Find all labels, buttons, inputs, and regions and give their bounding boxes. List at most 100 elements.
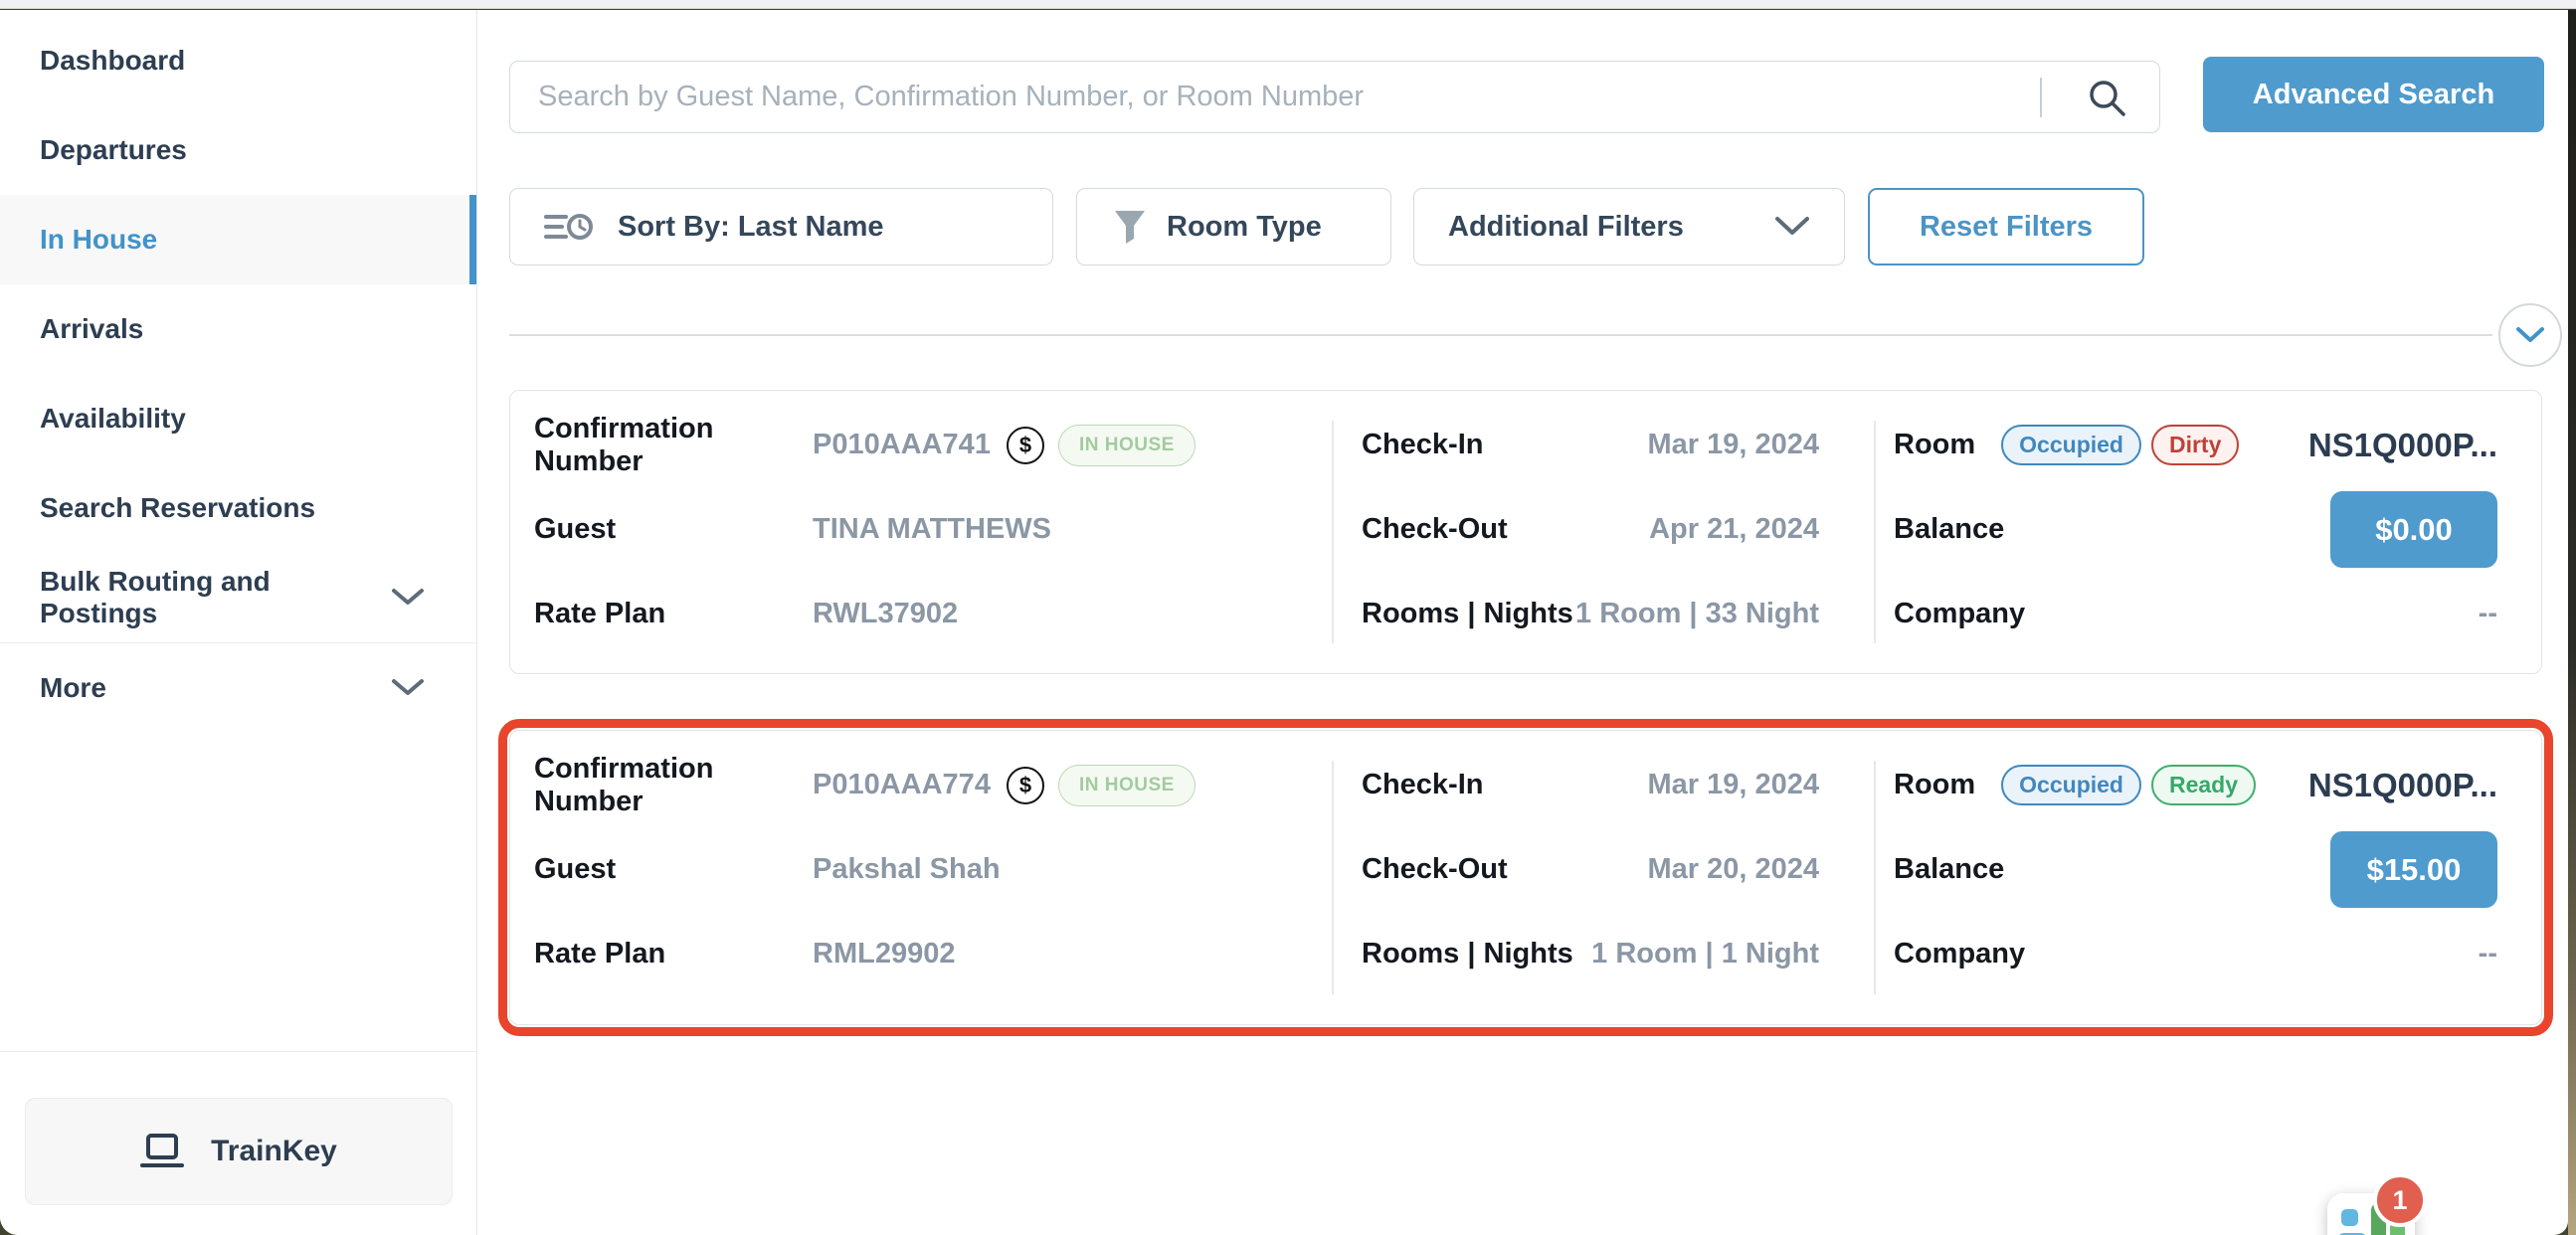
room-number-value: NS1Q000P... bbox=[2308, 427, 2497, 464]
sidebar-footer: TrainKey bbox=[0, 1051, 476, 1235]
rooms-nights-value: 1 Room | 1 Night bbox=[1591, 938, 1819, 970]
room-row: Room Occupied Dirty NS1Q000P... bbox=[1874, 403, 2541, 487]
balance-button[interactable]: $0.00 bbox=[2330, 491, 2497, 568]
company-row: Company -- bbox=[1874, 912, 2541, 996]
check-in-label: Check-In bbox=[1362, 429, 1483, 461]
magnifier-icon[interactable] bbox=[2086, 77, 2129, 120]
sidebar-item-more[interactable]: More bbox=[0, 643, 476, 733]
guest-row: Guest Pakshal Shah bbox=[510, 827, 1332, 912]
chevron-down-icon bbox=[2515, 326, 2545, 344]
sort-lines-clock-icon bbox=[544, 209, 596, 245]
chevron-down-icon bbox=[391, 678, 425, 698]
occupied-status-badge: Occupied bbox=[2001, 425, 2141, 465]
rate-plan-label: Rate Plan bbox=[534, 598, 813, 630]
in-house-status-badge: IN HOUSE bbox=[1058, 425, 1196, 466]
desktop-right-sliver bbox=[2568, 10, 2576, 1235]
search-input[interactable] bbox=[510, 62, 1992, 132]
sort-by-button[interactable]: Sort By: Last Name bbox=[509, 188, 1053, 265]
card-guest-column: Confirmation Number P010AAA774 $ IN HOUS… bbox=[510, 731, 1332, 1024]
sidebar-item-in-house[interactable]: In House bbox=[0, 195, 476, 284]
reservation-card[interactable]: Confirmation Number P010AAA741 $ IN HOUS… bbox=[509, 390, 2542, 674]
chevron-down-icon bbox=[391, 588, 425, 608]
room-type-label: Room Type bbox=[1167, 211, 1322, 244]
company-row: Company -- bbox=[1874, 572, 2541, 656]
sidebar-item-availability[interactable]: Availability bbox=[0, 374, 476, 463]
room-label: Room bbox=[1894, 769, 1975, 801]
check-out-row: Check-Out Mar 20, 2024 bbox=[1332, 827, 1874, 912]
card-stay-column: Check-In Mar 19, 2024 Check-Out Apr 21, … bbox=[1332, 391, 1874, 673]
company-value: -- bbox=[2479, 938, 2497, 970]
laptop-icon bbox=[139, 1133, 185, 1170]
balance-row: Balance $15.00 bbox=[1874, 827, 2541, 912]
chat-app-icon-shape bbox=[2341, 1209, 2358, 1226]
rooms-nights-value: 1 Room | 33 Night bbox=[1575, 598, 1819, 630]
company-label: Company bbox=[1894, 598, 2025, 630]
rate-plan-row: Rate Plan RWL37902 bbox=[510, 572, 1332, 656]
reservation-card-highlighted[interactable]: Confirmation Number P010AAA774 $ IN HOUS… bbox=[509, 730, 2542, 1025]
rate-plan-value: RWL37902 bbox=[813, 598, 958, 630]
sidebar: Dashboard Departures In House Arrivals A… bbox=[0, 10, 477, 1235]
section-divider bbox=[509, 334, 2492, 336]
notification-badge: 1 bbox=[2373, 1173, 2427, 1227]
sidebar-nav: Dashboard Departures In House Arrivals A… bbox=[0, 10, 476, 733]
payment-icon[interactable]: $ bbox=[1007, 427, 1044, 464]
rooms-nights-row: Rooms | Nights 1 Room | 33 Night bbox=[1332, 572, 1874, 656]
occupied-status-badge: Occupied bbox=[2001, 765, 2141, 805]
sidebar-item-label: Bulk Routing and Postings bbox=[40, 566, 391, 629]
main-content: Advanced Search Sort By: Last Name Room … bbox=[478, 10, 2568, 1235]
check-out-row: Check-Out Apr 21, 2024 bbox=[1332, 487, 1874, 572]
housekeeping-status-badge: Ready bbox=[2151, 765, 2256, 805]
check-out-value: Apr 21, 2024 bbox=[1649, 513, 1819, 546]
sidebar-item-label: In House bbox=[40, 224, 157, 256]
sidebar-item-label: Departures bbox=[40, 134, 187, 166]
reset-filters-button[interactable]: Reset Filters bbox=[1868, 188, 2144, 265]
additional-filters-dropdown[interactable]: Additional Filters bbox=[1413, 188, 1845, 265]
check-in-label: Check-In bbox=[1362, 769, 1483, 801]
chat-app-launcher[interactable]: 1 bbox=[2327, 1193, 2415, 1235]
reset-filters-label: Reset Filters bbox=[1920, 211, 2093, 244]
search-divider bbox=[2040, 78, 2042, 117]
sidebar-item-label: Search Reservations bbox=[40, 492, 315, 524]
balance-row: Balance $0.00 bbox=[1874, 487, 2541, 572]
filter-row: Sort By: Last Name Room Type Additional … bbox=[509, 188, 2144, 265]
sidebar-item-dashboard[interactable]: Dashboard bbox=[0, 16, 476, 105]
balance-button[interactable]: $15.00 bbox=[2330, 831, 2497, 908]
chevron-down-icon bbox=[1774, 216, 1810, 238]
room-type-button[interactable]: Room Type bbox=[1076, 188, 1391, 265]
company-value: -- bbox=[2479, 598, 2497, 630]
sidebar-item-search-reservations[interactable]: Search Reservations bbox=[0, 463, 476, 553]
room-status-badges: Occupied Dirty bbox=[2001, 425, 2239, 465]
confirmation-number-value: P010AAA741 bbox=[813, 429, 991, 461]
sidebar-item-arrivals[interactable]: Arrivals bbox=[0, 284, 476, 374]
housekeeping-status-badge: Dirty bbox=[2151, 425, 2239, 465]
rate-plan-row: Rate Plan RML29902 bbox=[510, 912, 1332, 996]
payment-icon[interactable]: $ bbox=[1007, 767, 1044, 804]
check-in-row: Check-In Mar 19, 2024 bbox=[1332, 743, 1874, 827]
search-row: Advanced Search bbox=[509, 57, 2544, 132]
advanced-search-button[interactable]: Advanced Search bbox=[2203, 57, 2544, 132]
rooms-nights-label: Rooms | Nights bbox=[1362, 938, 1573, 970]
sidebar-item-bulk-routing[interactable]: Bulk Routing and Postings bbox=[0, 553, 476, 642]
check-out-label: Check-Out bbox=[1362, 853, 1508, 886]
rooms-nights-row: Rooms | Nights 1 Room | 1 Night bbox=[1332, 912, 1874, 996]
additional-filters-label: Additional Filters bbox=[1448, 211, 1684, 244]
confirmation-number-label: Confirmation Number bbox=[534, 413, 813, 478]
balance-label: Balance bbox=[1894, 513, 2004, 546]
list-collapse-row bbox=[509, 303, 2562, 367]
collapse-toggle[interactable] bbox=[2498, 303, 2562, 367]
confirmation-row: Confirmation Number P010AAA774 $ IN HOUS… bbox=[510, 743, 1332, 827]
search-box bbox=[509, 61, 2160, 133]
card-guest-column: Confirmation Number P010AAA741 $ IN HOUS… bbox=[510, 391, 1332, 673]
sidebar-item-departures[interactable]: Departures bbox=[0, 105, 476, 195]
check-in-value: Mar 19, 2024 bbox=[1647, 769, 1819, 801]
room-number-value: NS1Q000P... bbox=[2308, 767, 2497, 804]
in-house-status-badge: IN HOUSE bbox=[1058, 765, 1196, 806]
check-out-label: Check-Out bbox=[1362, 513, 1508, 546]
trainkey-button[interactable]: TrainKey bbox=[25, 1098, 453, 1205]
rate-plan-value: RML29902 bbox=[813, 938, 955, 970]
sidebar-item-label: Availability bbox=[40, 403, 186, 435]
room-status-badges: Occupied Ready bbox=[2001, 765, 2256, 805]
card-room-column: Room Occupied Ready NS1Q000P... Balance … bbox=[1874, 731, 2541, 1024]
confirmation-number-label: Confirmation Number bbox=[534, 753, 813, 818]
rooms-nights-label: Rooms | Nights bbox=[1362, 598, 1573, 630]
